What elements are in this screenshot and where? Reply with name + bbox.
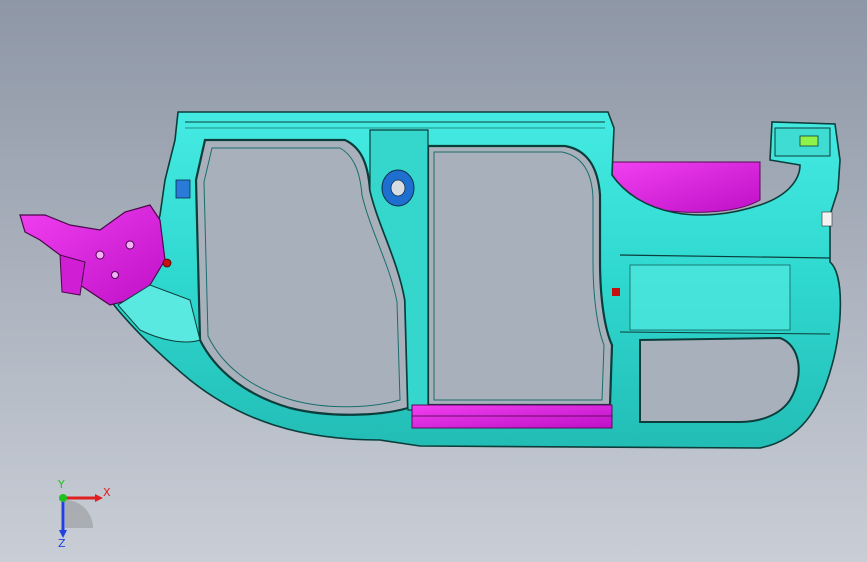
body-side-frame-model[interactable] <box>0 0 867 562</box>
a-pillar-blue-mount <box>175 179 191 199</box>
z-axis-label: Z <box>58 537 66 548</box>
front-locator-marker <box>162 258 172 268</box>
y-axis-label: Y <box>57 478 65 491</box>
quarter-window-opening <box>639 336 800 423</box>
quarter-inner-panel <box>629 264 791 331</box>
x-axis-label: X <box>103 486 111 499</box>
x-axis-head <box>95 494 103 502</box>
b-pillar-bracket-hole <box>390 179 406 197</box>
hinge-bolt-3 <box>111 271 119 279</box>
rear-door-opening <box>426 144 614 407</box>
hinge-bolt-1 <box>95 250 105 260</box>
b-pillar-red-clip <box>612 288 620 296</box>
c-pillar-white-clip <box>821 211 833 227</box>
hinge-bracket-tab <box>59 254 86 296</box>
c-pillar-latch-slot <box>799 135 819 147</box>
cad-3d-viewport[interactable]: X Y Z <box>0 0 867 562</box>
orientation-triad: X Y Z <box>45 478 115 550</box>
hinge-bolt-2 <box>125 240 135 250</box>
y-axis-dot <box>59 494 67 502</box>
rocker-sill-panel <box>411 404 613 429</box>
triad-shadow <box>65 500 93 528</box>
